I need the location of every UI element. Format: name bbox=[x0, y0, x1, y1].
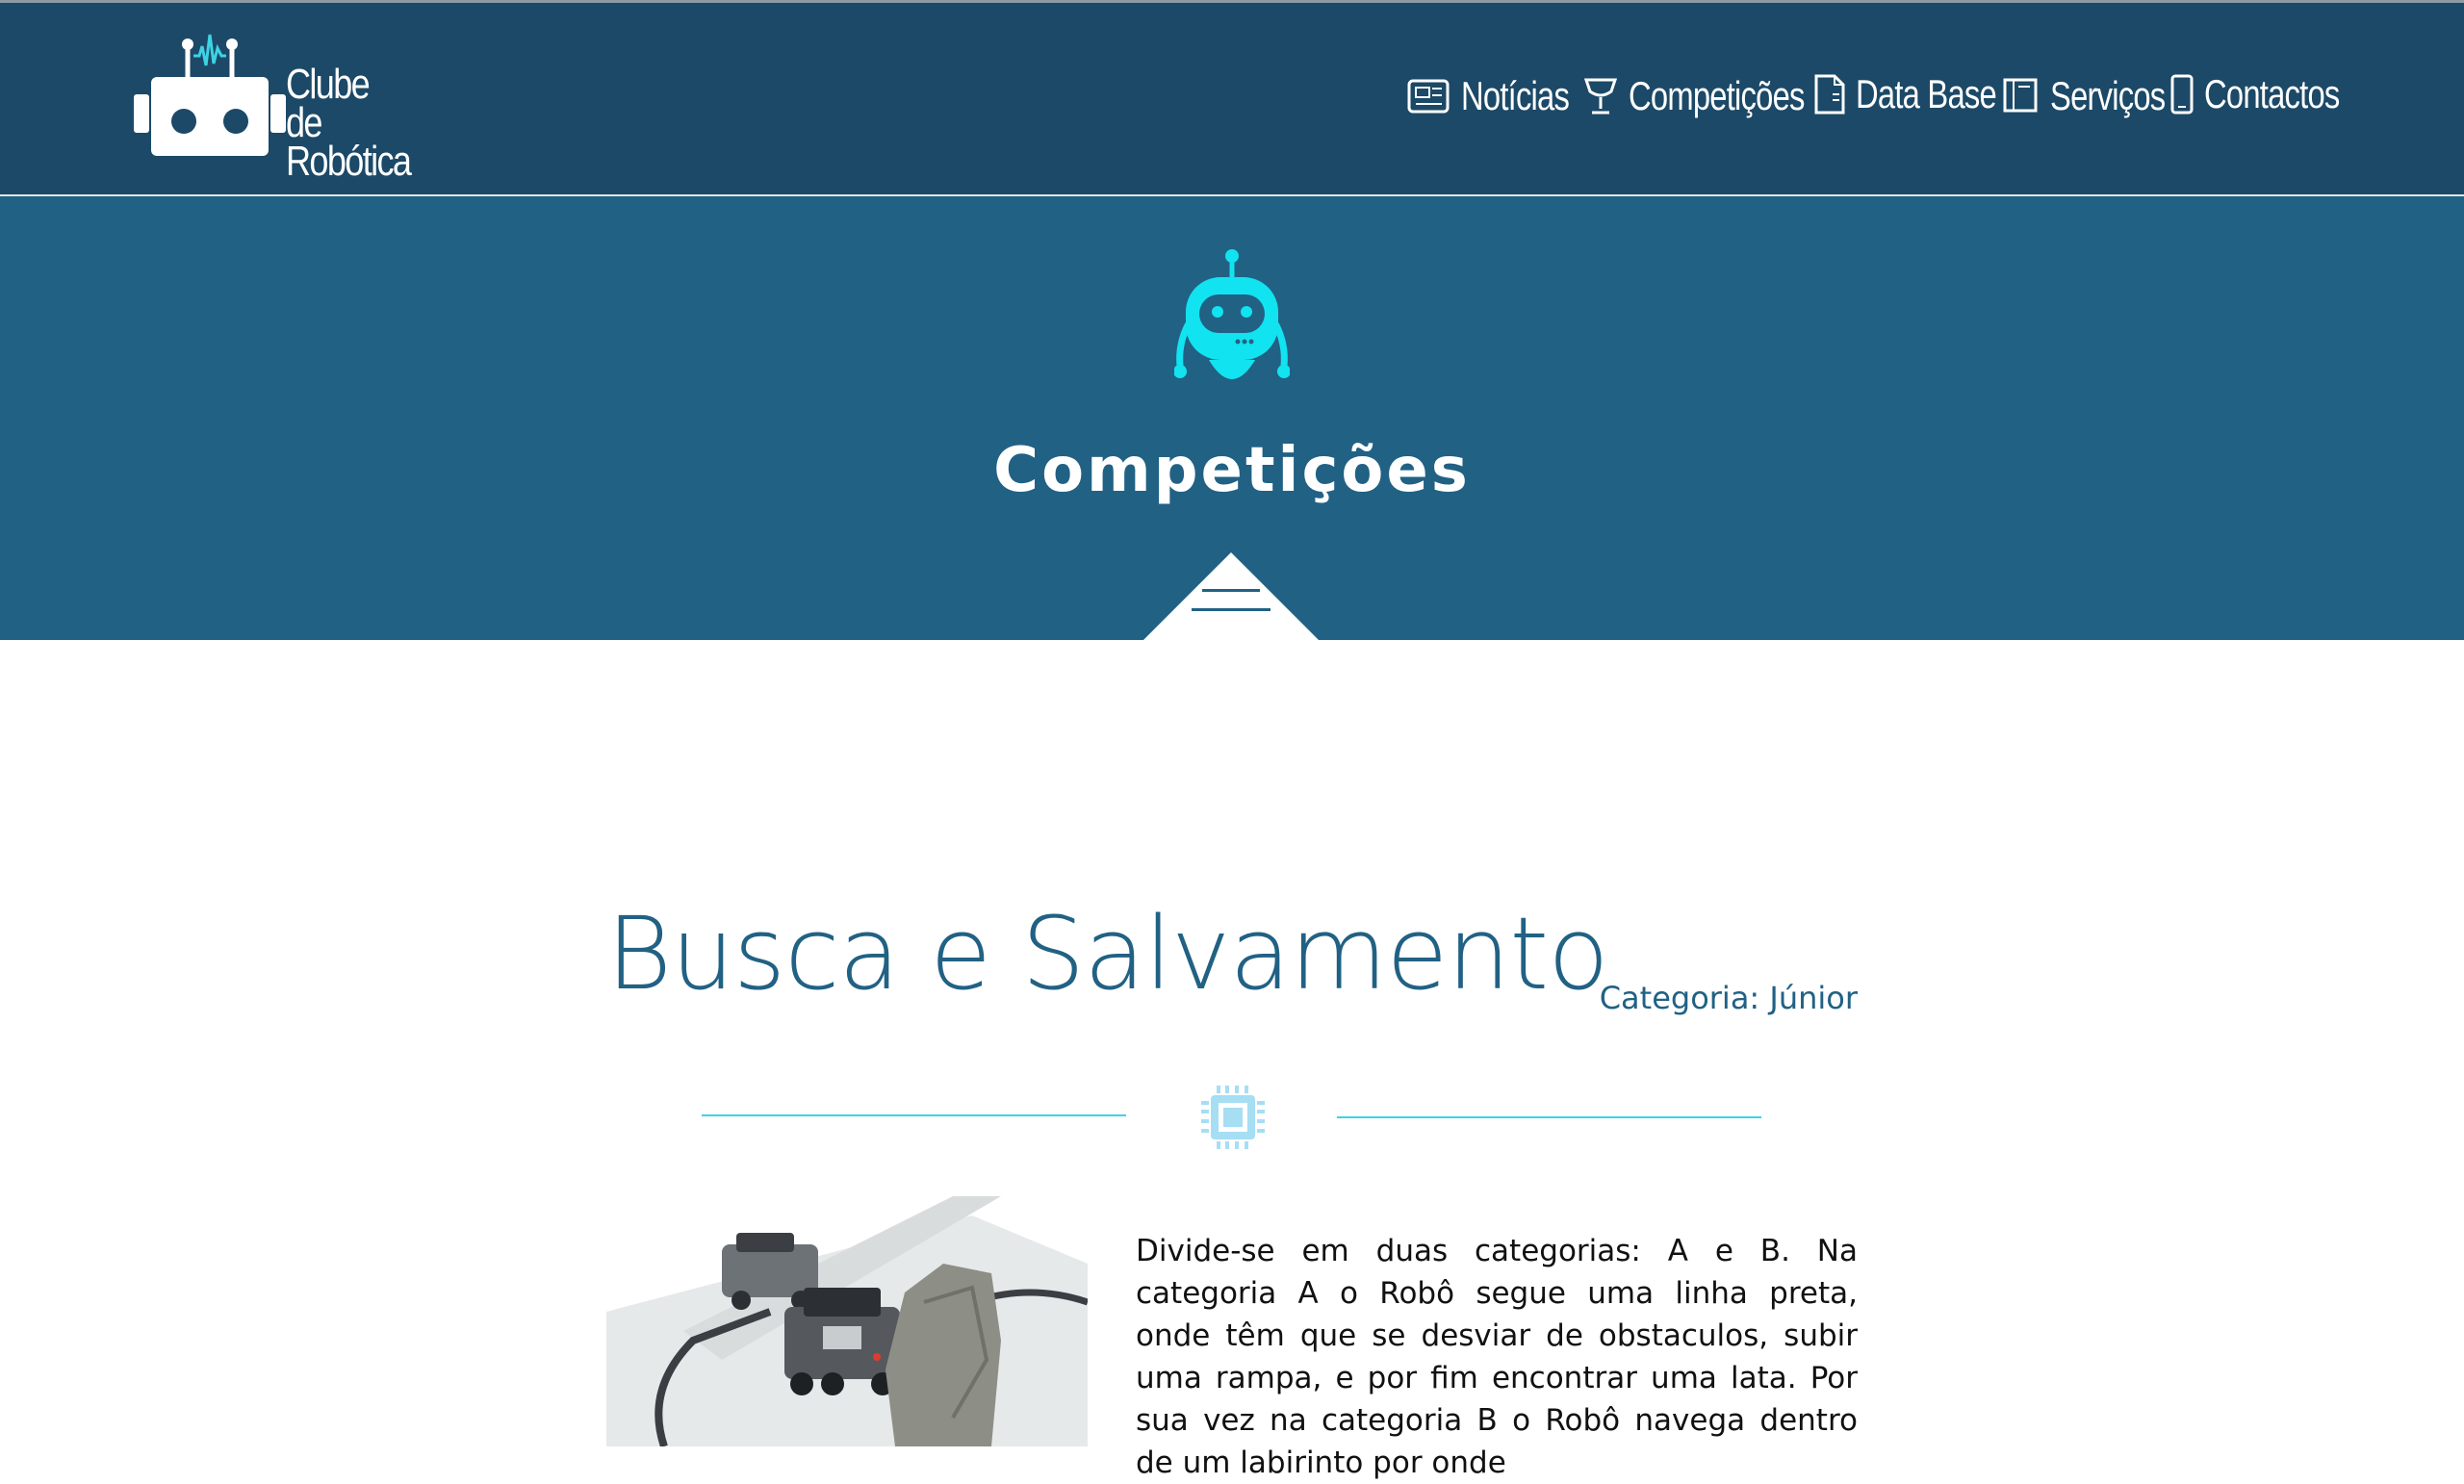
site-logo[interactable]: Clube de Robótica bbox=[132, 27, 440, 183]
nav-servicos[interactable]: Serviços bbox=[2002, 73, 2197, 119]
nav-label: Competições bbox=[1629, 73, 1805, 118]
document-icon bbox=[1814, 74, 1845, 115]
nav-label: Serviços bbox=[2050, 73, 2166, 118]
divider-line-left bbox=[702, 1114, 1126, 1116]
nav-label: Data Base bbox=[1856, 71, 1997, 116]
microchip-icon bbox=[1201, 1086, 1265, 1149]
logo-text: Clube de Robótica bbox=[286, 61, 412, 185]
robot-competition-image bbox=[606, 1196, 1088, 1446]
trophy-icon bbox=[1583, 78, 1618, 115]
divider-line-right bbox=[1337, 1116, 1761, 1118]
section-description: Divide-se em duas categorias: A e B. Na … bbox=[1136, 1234, 1858, 1480]
category-label: Categoria: Júnior bbox=[1599, 980, 1858, 1016]
newspaper-icon bbox=[1407, 79, 1450, 114]
section-title: Busca e Salvamento bbox=[606, 895, 1609, 1012]
book-icon bbox=[2003, 78, 2038, 113]
page-title: Competições bbox=[993, 435, 1471, 506]
nav-noticias[interactable]: Notícias bbox=[1407, 73, 1600, 119]
competition-photo bbox=[606, 1196, 1088, 1446]
robot-icon bbox=[1174, 249, 1290, 379]
nav-label: Contactos bbox=[2204, 71, 2340, 116]
mobile-phone-icon bbox=[2170, 74, 2194, 115]
nav-contactos[interactable]: Contactos bbox=[2169, 71, 2377, 117]
robot-logo-icon bbox=[134, 34, 286, 156]
notch-lines bbox=[1192, 589, 1270, 627]
nav-label: Notícias bbox=[1461, 73, 1570, 118]
